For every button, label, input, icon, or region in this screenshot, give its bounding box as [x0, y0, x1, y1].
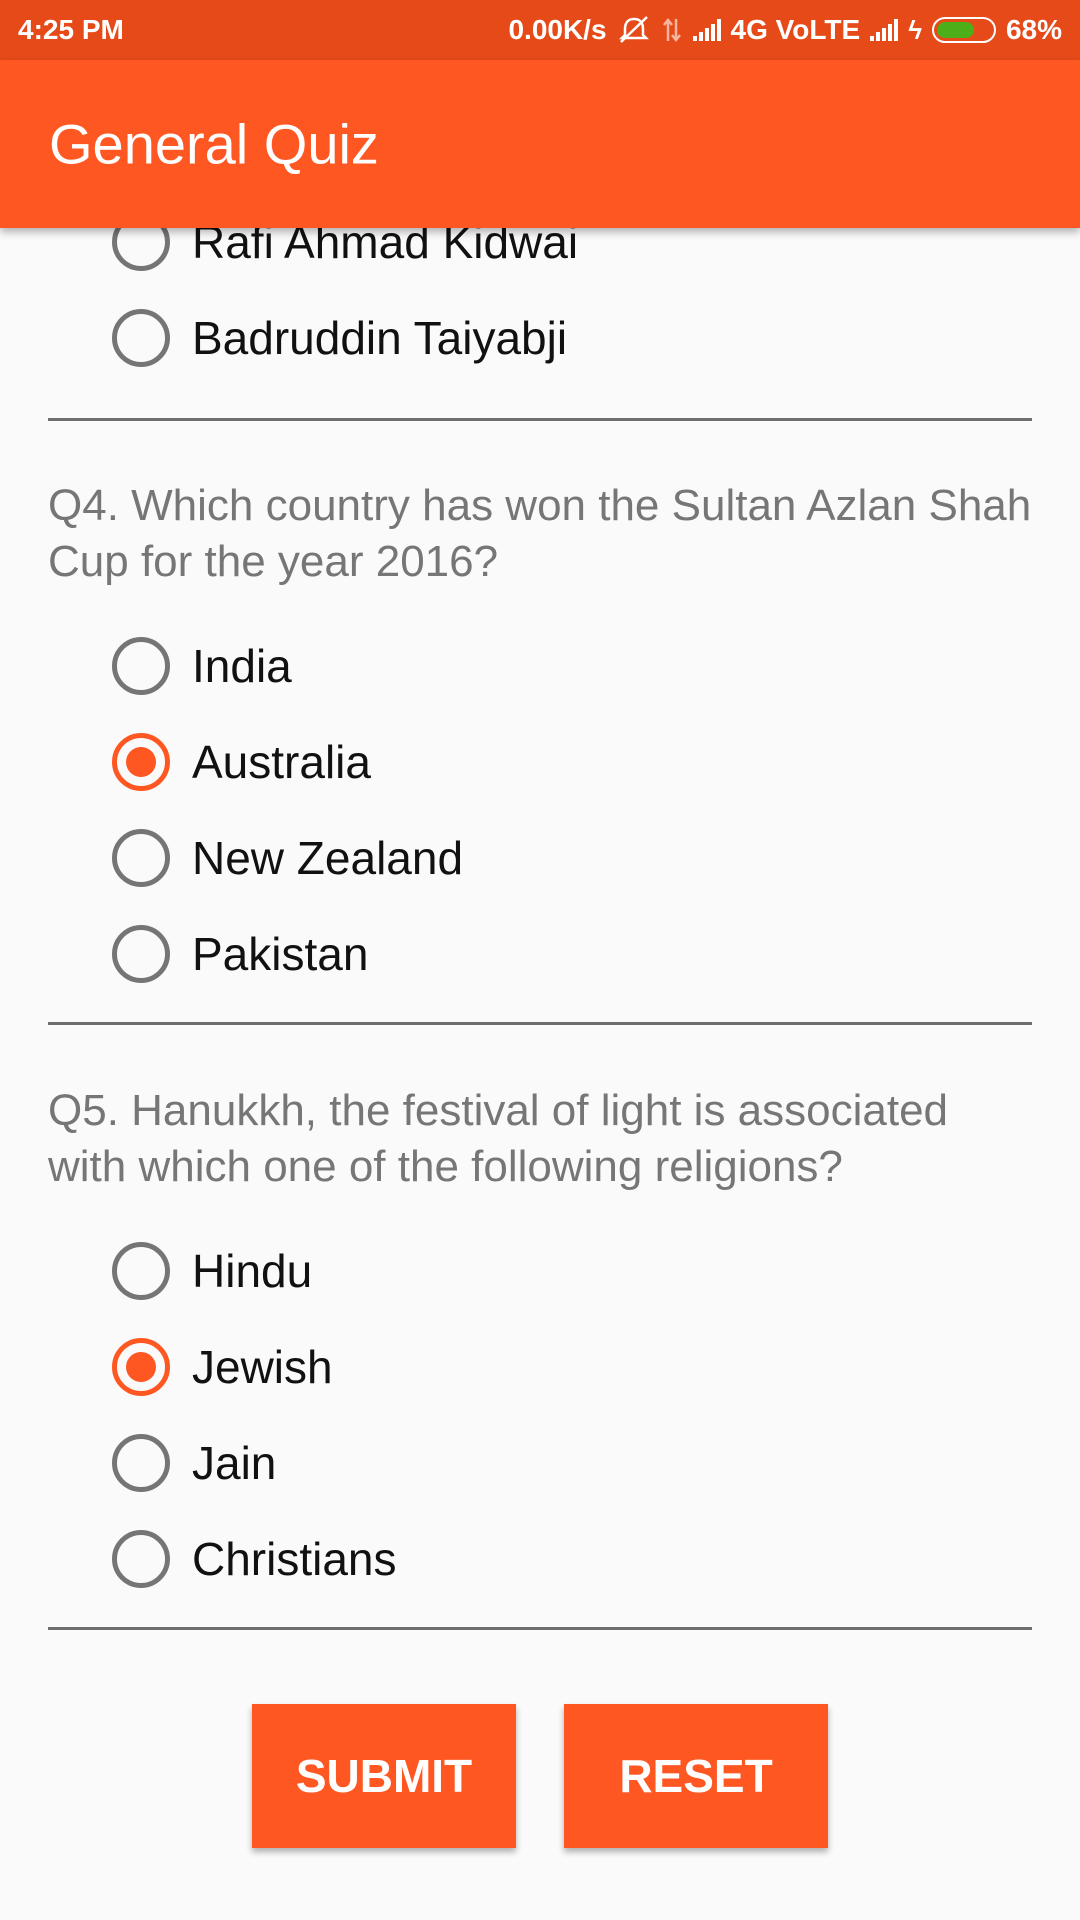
- radio-button[interactable]: [112, 1434, 170, 1492]
- battery-percent: 68%: [1005, 14, 1062, 45]
- signal-icon-2: [870, 19, 899, 41]
- option-q5-jewish[interactable]: Jewish: [112, 1327, 333, 1407]
- option-label: Jain: [192, 1437, 277, 1489]
- option-label: Badruddin Taiyabji: [192, 312, 568, 364]
- option-q3-rafi-ahmad-kidwai[interactable]: Rafi Ahmad Kidwai: [112, 228, 578, 282]
- question-text-q4: Q4. Which country has won the Sultan Azl…: [48, 481, 1032, 586]
- data-arrows-icon: [662, 17, 681, 43]
- option-label: Rafi Ahmad Kidwai: [192, 228, 579, 268]
- status-time: 4:25 PM: [18, 14, 124, 45]
- charging-icon: ϟ: [908, 14, 922, 45]
- radio-button[interactable]: [112, 1242, 170, 1300]
- network-speed: 0.00K/s: [508, 14, 607, 45]
- app-title: General Quiz: [49, 112, 379, 176]
- option-q5-hindu[interactable]: Hindu: [112, 1231, 312, 1311]
- option-q4-india[interactable]: India: [112, 626, 292, 706]
- radio-button[interactable]: [112, 637, 170, 695]
- mute-icon: [618, 16, 649, 43]
- radio-button-checked[interactable]: [112, 1338, 170, 1396]
- option-q4-pakistan[interactable]: Pakistan: [112, 914, 368, 994]
- quiz-content[interactable]: Rafi Ahmad Kidwai Badruddin Taiyabji Q4.…: [0, 228, 1080, 1920]
- option-label: Australia: [192, 736, 371, 788]
- network-type: 4G VoLTE: [730, 14, 861, 45]
- battery-fill: [936, 22, 974, 38]
- option-label: Pakistan: [192, 928, 369, 980]
- divider: [48, 1627, 1032, 1630]
- status-right-group: 0.00K/s 4G VoLTE ϟ 68%: [508, 14, 1062, 46]
- option-label: India: [192, 640, 292, 692]
- option-q4-australia[interactable]: Australia: [112, 722, 371, 802]
- option-label: New Zealand: [192, 832, 464, 884]
- radio-button[interactable]: [112, 1530, 170, 1588]
- option-q5-jain[interactable]: Jain: [112, 1423, 276, 1503]
- battery-icon: [931, 17, 996, 43]
- radio-button[interactable]: [112, 309, 170, 367]
- signal-icon: [692, 19, 721, 41]
- divider: [48, 418, 1032, 421]
- reset-button[interactable]: RESET: [564, 1704, 828, 1848]
- status-bar: 4:25 PM 0.00K/s 4G VoLTE ϟ 68%: [0, 0, 1080, 60]
- submit-button[interactable]: SUBMIT: [252, 1704, 516, 1848]
- radio-button[interactable]: [112, 228, 170, 271]
- option-label: Hindu: [192, 1245, 313, 1297]
- radio-button[interactable]: [112, 829, 170, 887]
- question-text-q5: Q5. Hanukkh, the festival of light is as…: [48, 1086, 949, 1191]
- option-q5-christians[interactable]: Christians: [112, 1519, 397, 1599]
- radio-button[interactable]: [112, 925, 170, 983]
- option-q4-new-zealand[interactable]: New Zealand: [112, 818, 463, 898]
- radio-button-checked[interactable]: [112, 733, 170, 791]
- option-label: Christians: [192, 1533, 397, 1585]
- option-q3-badruddin-taiyabji[interactable]: Badruddin Taiyabji: [112, 298, 567, 378]
- app-bar: General Quiz: [0, 60, 1080, 228]
- divider: [48, 1022, 1032, 1025]
- option-label: Jewish: [192, 1341, 333, 1393]
